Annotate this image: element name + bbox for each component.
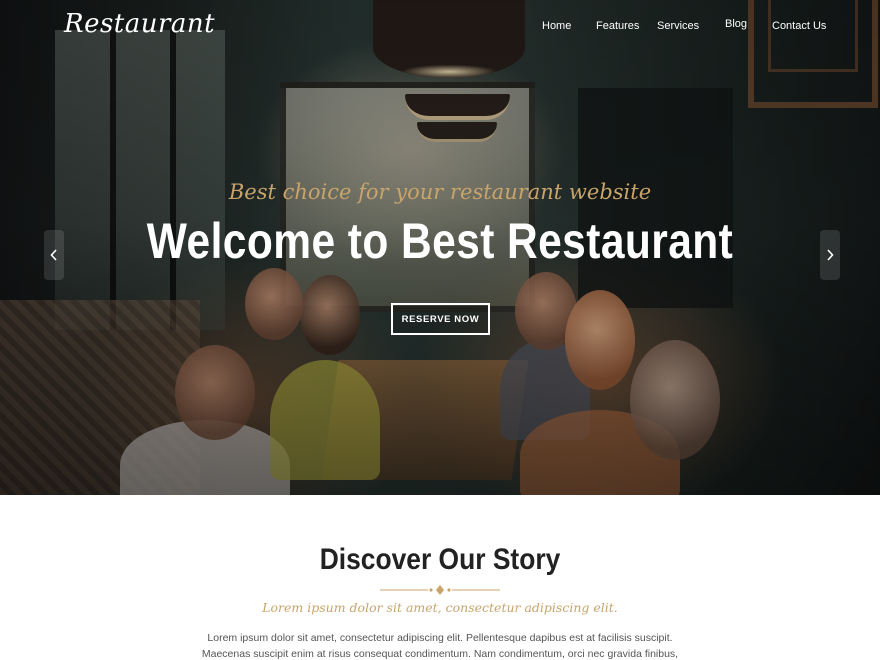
nav-item-features[interactable]: Features	[596, 20, 639, 32]
nav-item-services[interactable]: Services	[657, 20, 699, 32]
slider-prev-button[interactable]	[44, 230, 64, 280]
nav-item-contact-us[interactable]: Contact Us	[772, 20, 826, 32]
story-subtitle: Lorem ipsum dolor sit amet, consectetur …	[262, 600, 618, 615]
slider-next-button[interactable]	[820, 230, 840, 280]
story-body: Lorem ipsum dolor sit amet, consectetur …	[0, 630, 880, 660]
reserve-now-button[interactable]: RESERVE NOW	[391, 303, 490, 335]
hero-tagline: Best choice for your restaurant website	[228, 180, 652, 204]
nav-item-home[interactable]: Home	[542, 20, 571, 32]
nav-item-blog[interactable]: Blog	[725, 18, 747, 30]
story-body-line: Lorem ipsum dolor sit amet, consectetur …	[207, 632, 673, 644]
story-title: Discover Our Story	[319, 543, 561, 576]
hero-banner: Restaurant Home Features Services Blog C…	[0, 0, 880, 495]
hero-headline: Welcome to Best Restaurant	[146, 213, 734, 269]
chevron-right-icon	[827, 249, 834, 261]
chevron-left-icon	[50, 249, 57, 261]
story-body-line: Maecenas suscipit enim at risus consequa…	[201, 648, 679, 660]
main-nav: Home Features Services Blog Contact Us	[0, 18, 880, 38]
ornament-divider-icon	[380, 585, 500, 595]
